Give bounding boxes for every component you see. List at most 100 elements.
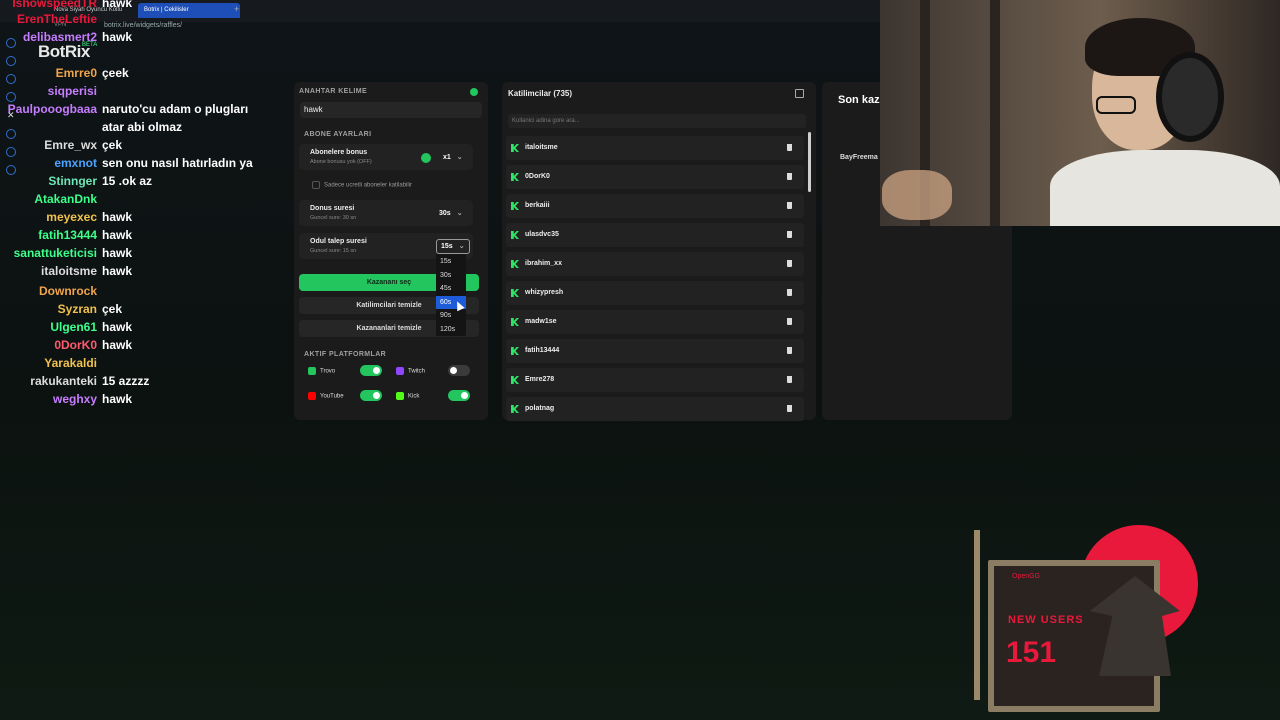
chat-username[interactable]: siqperisi	[48, 84, 97, 98]
chat-username[interactable]: AtakanDnk	[34, 192, 97, 206]
kick-toggle[interactable]	[448, 390, 470, 401]
chat-text: hawk	[102, 228, 133, 242]
chat-username[interactable]: weghxy	[53, 392, 97, 406]
youtube-toggle[interactable]	[360, 390, 382, 401]
trovo-toggle[interactable]	[360, 365, 382, 376]
new-users-alert-widget: OpenGG NEW USERS 151	[960, 520, 1210, 712]
info-icon[interactable]	[470, 88, 478, 96]
toggle-knob	[461, 392, 468, 399]
subscriber-bonus-select[interactable]: x1 ⌄	[439, 151, 471, 164]
participant-row[interactable]: italoitsme	[506, 136, 804, 160]
chat-message: italoitsme hawk	[0, 264, 290, 282]
trash-icon[interactable]	[787, 347, 792, 354]
participant-row[interactable]: fatih13444	[506, 339, 804, 363]
stream-chat-overlay: BotRix BETA IshowspeedTR hawk ErenTheLefti…	[0, 0, 290, 420]
chat-text: hawk	[102, 338, 133, 352]
chat-username[interactable]: Stinnger	[48, 174, 97, 188]
participant-row[interactable]: ulasdvc35	[506, 223, 804, 247]
platform-trovo: Trovo	[308, 367, 335, 375]
chat-text: çeek	[102, 66, 129, 80]
chat-message: Downrock	[0, 284, 290, 302]
chat-username[interactable]: Emre_wx	[44, 138, 97, 152]
trash-icon[interactable]	[787, 405, 792, 412]
chat-text: hawk	[102, 210, 133, 224]
trash-icon[interactable]	[787, 231, 792, 238]
bonus-info-icon[interactable]	[421, 153, 431, 163]
alert-brand: OpenGG	[1012, 573, 1041, 580]
chat-username[interactable]: Downrock	[39, 284, 97, 298]
chat-username[interactable]: Syzran	[58, 302, 97, 316]
participant-row[interactable]: berkaiii	[506, 194, 804, 218]
trash-icon[interactable]	[787, 144, 792, 151]
trash-icon[interactable]	[787, 376, 792, 383]
chat-username[interactable]: Yarakaldi	[44, 356, 97, 370]
participant-row[interactable]: polatnag	[506, 397, 804, 421]
chat-username[interactable]: Emrre0	[56, 66, 97, 80]
chat-text: hawk	[102, 0, 133, 10]
paid-only-checkbox[interactable]: Sadece ucretli aboneler katilabilir	[312, 181, 412, 189]
bamboo-decoration	[974, 530, 980, 700]
toggle-knob	[373, 392, 380, 399]
chat-text: hawk	[102, 264, 133, 278]
trash-icon[interactable]	[787, 202, 792, 209]
bonus-time-select[interactable]: 30s ⌄	[435, 207, 469, 220]
chat-username[interactable]: 0DorK0	[54, 338, 97, 352]
dropdown-option[interactable]: 90s	[436, 309, 466, 322]
trash-icon[interactable]	[787, 289, 792, 296]
trash-icon[interactable]	[787, 260, 792, 267]
participant-row[interactable]: madw1se	[506, 310, 804, 334]
platform-label: Twitch	[408, 368, 426, 375]
participant-name: ibrahim_xx	[525, 260, 562, 267]
chat-username[interactable]: ErenTheLeftie	[17, 12, 97, 26]
chat-username[interactable]: delibasmert2	[23, 30, 97, 44]
chat-text: sen onu nasıl hatırladın ya	[102, 156, 253, 170]
copy-icon[interactable]	[795, 89, 804, 98]
platform-twitch: Twitch	[396, 367, 425, 375]
kick-icon	[511, 289, 519, 297]
participant-row[interactable]: ibrahim_xx	[506, 252, 804, 276]
dropdown-option[interactable]: 120s	[436, 323, 466, 336]
kick-icon	[511, 260, 519, 268]
chat-username[interactable]: rakukanteki	[30, 374, 97, 388]
chat-username[interactable]: Paulpooogbaaa	[8, 102, 97, 116]
chat-username[interactable]: Ulgen61	[50, 320, 97, 334]
participant-row[interactable]: Emre278	[506, 368, 804, 392]
participant-row[interactable]: whizypresh	[506, 281, 804, 305]
chat-text: hawk	[102, 392, 133, 406]
twitch-toggle[interactable]	[448, 365, 470, 376]
checkbox-icon[interactable]	[312, 181, 320, 189]
alert-count: 151	[1006, 636, 1057, 669]
claim-time-value: 15s	[441, 243, 453, 250]
chat-message: Ulgen61 hawk	[0, 320, 290, 338]
participant-name: fatih13444	[525, 347, 560, 354]
chat-username[interactable]: italoitsme	[41, 264, 97, 278]
youtube-icon	[308, 392, 316, 400]
glasses	[1096, 96, 1136, 114]
chat-message: emxnot sen onu nasıl hatırladın ya	[0, 156, 290, 174]
chat-username[interactable]: fatih13444	[38, 228, 97, 242]
dropdown-option[interactable]: 30s	[436, 269, 466, 282]
trash-icon[interactable]	[787, 173, 792, 180]
subscriber-bonus-value: x1	[443, 154, 451, 161]
trovo-icon	[308, 367, 316, 375]
participant-name: Emre278	[525, 376, 555, 383]
chat-message: sanattuketicisi hawk	[0, 246, 290, 264]
participant-search-input[interactable]: Kullanici adina gore ara...	[508, 114, 806, 128]
chat-username[interactable]: meyexec	[46, 210, 97, 224]
chevron-down-icon: ⌄	[456, 210, 463, 217]
chat-username[interactable]: sanattuketicisi	[14, 246, 97, 260]
chat-username[interactable]: emxnot	[54, 156, 97, 170]
streamer-webcam	[880, 0, 1280, 226]
claim-time-select[interactable]: 15s ⌄	[436, 239, 470, 254]
dropdown-option[interactable]: 45s	[436, 282, 466, 295]
subscriber-bonus-subtitle: Abone bonusu yok (OFF)	[310, 159, 372, 165]
participants-scrollbar[interactable]	[808, 132, 811, 192]
participant-row[interactable]: 0DorK0	[506, 165, 804, 189]
keyword-input[interactable]: hawk	[300, 102, 482, 118]
kick-icon	[511, 347, 519, 355]
streamer-shirt	[1050, 150, 1280, 226]
twitch-icon	[396, 367, 404, 375]
dropdown-option[interactable]: 15s	[436, 255, 466, 268]
chat-username[interactable]: IshowspeedTR	[12, 0, 97, 10]
trash-icon[interactable]	[787, 318, 792, 325]
